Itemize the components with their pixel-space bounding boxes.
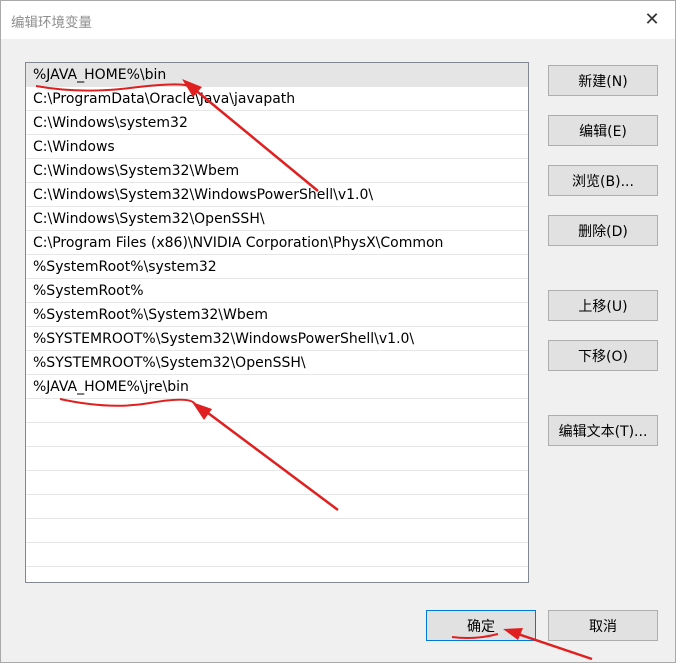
path-list-item[interactable]: C:\ProgramData\Oracle\Java\javapath	[26, 87, 528, 111]
path-list-item[interactable]: C:\Windows\system32	[26, 111, 528, 135]
edit-env-var-dialog: 编辑环境变量 ✕ %JAVA_HOME%\bin C:\ProgramData\O…	[0, 0, 676, 663]
new-button[interactable]: 新建(N)	[548, 65, 658, 96]
edit-text-button[interactable]: 编辑文本(T)...	[548, 415, 658, 446]
ok-button[interactable]: 确定	[426, 610, 536, 641]
path-list-item[interactable]: %SystemRoot%\system32	[26, 255, 528, 279]
delete-button[interactable]: 删除(D)	[548, 215, 658, 246]
close-icon[interactable]: ✕	[641, 8, 663, 30]
path-list-item[interactable]	[26, 543, 528, 567]
cancel-button[interactable]: 取消	[548, 610, 658, 641]
path-list-item[interactable]	[26, 471, 528, 495]
path-list[interactable]: %JAVA_HOME%\bin C:\ProgramData\Oracle\Jav…	[25, 62, 529, 583]
path-list-item[interactable]: %SystemRoot%	[26, 279, 528, 303]
path-list-item[interactable]	[26, 423, 528, 447]
path-list-item[interactable]: %SYSTEMROOT%\System32\WindowsPowerShell\…	[26, 327, 528, 351]
path-list-item[interactable]: %SYSTEMROOT%\System32\OpenSSH\	[26, 351, 528, 375]
path-list-item[interactable]	[26, 447, 528, 471]
path-list-item[interactable]: %JAVA_HOME%\bin	[26, 63, 528, 87]
path-list-item[interactable]	[26, 519, 528, 543]
move-down-button[interactable]: 下移(O)	[548, 340, 658, 371]
path-list-item[interactable]: C:\Windows\System32\WindowsPowerShell\v1…	[26, 183, 528, 207]
path-list-item[interactable]	[26, 495, 528, 519]
move-up-button[interactable]: 上移(U)	[548, 290, 658, 321]
path-list-item[interactable]: %SystemRoot%\System32\Wbem	[26, 303, 528, 327]
path-list-item[interactable]: C:\Program Files (x86)\NVIDIA Corporatio…	[26, 231, 528, 255]
browse-button[interactable]: 浏览(B)...	[548, 165, 658, 196]
title-bar: 编辑环境变量 ✕	[1, 1, 675, 39]
path-list-item[interactable]	[26, 399, 528, 423]
path-list-item[interactable]: C:\Windows	[26, 135, 528, 159]
path-list-item[interactable]: C:\Windows\System32\Wbem	[26, 159, 528, 183]
path-list-item[interactable]: %JAVA_HOME%\jre\bin	[26, 375, 528, 399]
window-title: 编辑环境变量	[11, 15, 92, 31]
path-list-item[interactable]: C:\Windows\System32\OpenSSH\	[26, 207, 528, 231]
edit-button[interactable]: 编辑(E)	[548, 115, 658, 146]
